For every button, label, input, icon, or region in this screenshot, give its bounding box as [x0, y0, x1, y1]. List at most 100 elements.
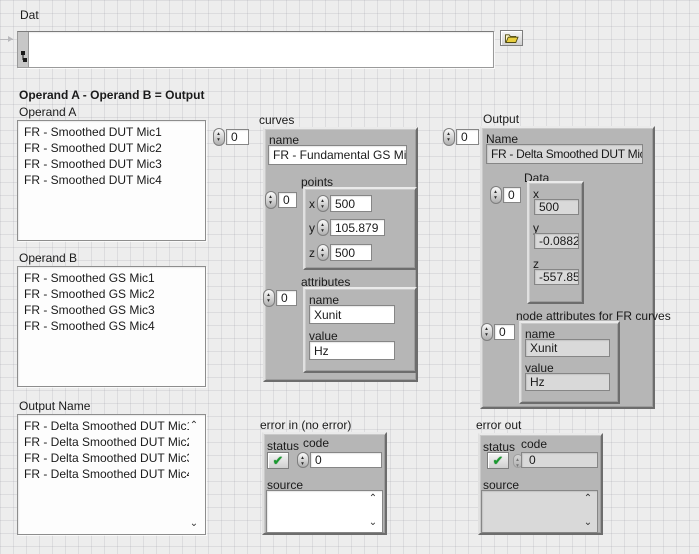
decrement-icon[interactable]: ▾	[486, 332, 489, 337]
point-y-label: y	[309, 221, 315, 235]
output-index-field[interactable]: 0	[456, 129, 479, 145]
output-name-listbox[interactable]: FR - Delta Smoothed DUT Mic1 FR - Delta …	[17, 414, 206, 535]
curves-index-spinner[interactable]: ▴ ▾	[213, 128, 225, 146]
list-item[interactable]: FR - Delta Smoothed DUT Mic2	[24, 434, 189, 450]
error-in-code-spinner[interactable]: ▴ ▾	[297, 452, 309, 468]
data-y-field: -0.08823	[534, 233, 579, 249]
list-item[interactable]: FR - Smoothed DUT Mic1	[24, 124, 205, 140]
browse-button[interactable]	[500, 30, 523, 46]
scroll-up-icon[interactable]: ⌃	[188, 421, 200, 431]
scroll-down-icon[interactable]: ⌄	[367, 518, 379, 528]
error-out-label: error out	[476, 418, 521, 432]
increment-icon[interactable]: ▴	[268, 292, 271, 297]
attributes-index-field[interactable]: 0	[276, 290, 297, 306]
increment-icon[interactable]: ▴	[448, 131, 451, 136]
equation-heading: Operand A - Operand B = Output	[19, 88, 204, 102]
check-icon: ✔	[273, 454, 284, 467]
points-index-field[interactable]: 0	[278, 192, 297, 208]
operand-a-label: Operand A	[19, 105, 76, 119]
folder-icon	[504, 33, 519, 44]
error-in-status-label: status	[267, 439, 299, 453]
list-item[interactable]: FR - Smoothed DUT Mic3	[24, 156, 205, 172]
scroll-up-icon[interactable]: ⌃	[367, 494, 379, 504]
decrement-icon[interactable]: ▾	[218, 137, 221, 142]
increment-icon[interactable]: ▴	[218, 131, 221, 136]
data-index-spinner[interactable]: ▴ ▾	[490, 186, 502, 204]
decrement-icon[interactable]: ▾	[322, 253, 325, 258]
operand-b-label: Operand B	[19, 251, 77, 265]
node-attributes-index-field[interactable]: 0	[494, 324, 515, 340]
path-label: Dat	[20, 8, 39, 22]
point-x-label: x	[309, 197, 315, 211]
labview-front-panel: Dat Operand A - Operand B = Output Opera…	[0, 0, 699, 554]
increment-icon[interactable]: ▴	[322, 247, 325, 252]
decrement-icon[interactable]: ▾	[448, 137, 451, 142]
path-input[interactable]	[17, 31, 494, 68]
path-type-icon	[19, 50, 28, 63]
increment-icon[interactable]: ▴	[495, 189, 498, 194]
curves-name-field[interactable]: FR - Fundamental GS Mic1	[268, 145, 407, 165]
decrement-icon[interactable]: ▾	[302, 461, 305, 466]
point-x-field[interactable]: 500	[330, 195, 372, 212]
error-in-label: error in (no error)	[260, 418, 351, 432]
error-in-code-label: code	[303, 436, 329, 450]
increment-icon[interactable]: ▴	[302, 455, 305, 460]
output-index-spinner[interactable]: ▴ ▾	[443, 128, 455, 146]
error-out-code-field: 0	[521, 452, 598, 468]
point-x-spinner[interactable]: ▴ ▾	[317, 195, 329, 212]
operand-b-listbox[interactable]: FR - Smoothed GS Mic1 FR - Smoothed GS M…	[17, 266, 206, 387]
decrement-icon: ▾	[517, 463, 520, 468]
data-index-field[interactable]: 0	[503, 187, 521, 203]
error-out-source-box	[481, 490, 598, 533]
list-item[interactable]: FR - Smoothed GS Mic2	[24, 286, 205, 302]
list-item[interactable]: FR - Smoothed DUT Mic4	[24, 172, 205, 188]
increment-icon[interactable]: ▴	[486, 326, 489, 331]
attributes-index-spinner[interactable]: ▴ ▾	[263, 289, 275, 307]
increment-icon[interactable]: ▴	[270, 194, 273, 199]
attribute-name-field[interactable]: Xunit	[309, 305, 395, 324]
points-index-spinner[interactable]: ▴ ▾	[265, 191, 277, 209]
decrement-icon[interactable]: ▾	[270, 200, 273, 205]
decrement-icon[interactable]: ▾	[495, 195, 498, 200]
node-attribute-name-field: Xunit	[525, 339, 610, 357]
error-in-status-button[interactable]: ✔	[267, 452, 289, 469]
point-z-label: z	[309, 246, 315, 260]
point-y-spinner[interactable]: ▴ ▾	[317, 219, 329, 236]
increment-icon[interactable]: ▴	[322, 222, 325, 227]
list-item[interactable]: FR - Delta Smoothed DUT Mic1	[24, 418, 189, 434]
curves-index-field[interactable]: 0	[226, 129, 249, 145]
error-in-code-field[interactable]: 0	[310, 452, 382, 468]
point-z-field[interactable]: 500	[330, 244, 372, 261]
decrement-icon[interactable]: ▾	[322, 204, 325, 209]
operand-a-listbox[interactable]: FR - Smoothed DUT Mic1 FR - Smoothed DUT…	[17, 120, 206, 241]
scroll-down-icon[interactable]: ⌄	[188, 519, 200, 529]
scroll-up-icon: ⌃	[582, 494, 594, 504]
error-out-code-label: code	[521, 437, 547, 451]
increment-icon[interactable]: ▴	[322, 198, 325, 203]
data-x-field: 500	[534, 199, 579, 215]
error-in-source-box[interactable]	[266, 490, 383, 533]
decrement-icon[interactable]: ▾	[322, 228, 325, 233]
list-item[interactable]: FR - Delta Smoothed DUT Mic3	[24, 450, 189, 466]
list-item[interactable]: FR - Delta Smoothed DUT Mic4	[24, 466, 189, 482]
list-item[interactable]: FR - Smoothed GS Mic1	[24, 270, 205, 286]
curves-label: curves	[259, 113, 294, 127]
output-name-field: FR - Delta Smoothed DUT Mic1	[486, 144, 643, 164]
scroll-down-icon: ⌄	[582, 518, 594, 528]
output-label: Output	[483, 112, 519, 126]
node-attribute-value-field: Hz	[525, 373, 610, 391]
point-y-field[interactable]: 105.879	[330, 219, 385, 236]
decrement-icon[interactable]: ▾	[268, 298, 271, 303]
list-item[interactable]: FR - Smoothed GS Mic4	[24, 318, 205, 334]
list-item[interactable]: FR - Smoothed GS Mic3	[24, 302, 205, 318]
attribute-value-field[interactable]: Hz	[309, 341, 395, 360]
output-name-label: Output Name	[19, 399, 90, 413]
increment-icon: ▴	[517, 457, 520, 462]
list-item[interactable]: FR - Smoothed DUT Mic2	[24, 140, 205, 156]
data-z-field: -557.857	[534, 269, 579, 285]
node-attributes-index-spinner[interactable]: ▴ ▾	[481, 323, 493, 341]
check-icon: ✔	[493, 454, 504, 467]
point-z-spinner[interactable]: ▴ ▾	[317, 244, 329, 261]
wire-arrow-icon	[8, 36, 13, 42]
error-out-status-indicator: ✔	[487, 452, 509, 469]
